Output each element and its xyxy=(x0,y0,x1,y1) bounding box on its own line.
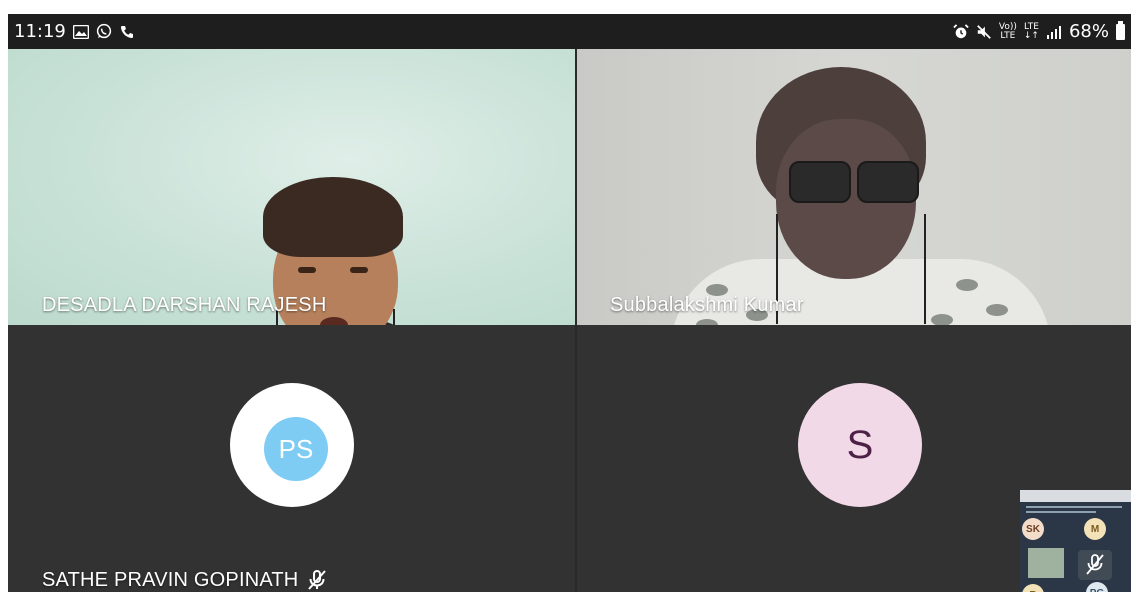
status-bar-left: 11:19 xyxy=(14,21,135,42)
avatar-initials: S xyxy=(798,383,922,507)
status-bar: 11:19 Vo)) LTE LTE ↓↑ 68% xyxy=(8,14,1131,49)
participant-tile-1[interactable]: DESADLA DARSHAN RAJESH xyxy=(8,49,576,325)
avatar-initials: PS xyxy=(264,417,328,481)
battery-icon xyxy=(1116,20,1125,40)
alarm-icon xyxy=(953,23,969,40)
signal-icon xyxy=(1046,24,1062,40)
participant-tile-2[interactable]: Subbalakshmi Kumar xyxy=(576,49,1131,325)
preview-divider xyxy=(1026,506,1122,508)
lte-icon: LTE ↓↑ xyxy=(1023,21,1039,41)
avatar: S xyxy=(798,383,922,507)
participant-name-label: SATHE PRAVIN GOPINATH xyxy=(42,569,299,591)
meeting-screen: 11:19 Vo)) LTE LTE ↓↑ 68% DESADLA DARSHA… xyxy=(8,14,1131,592)
preview-avatar: M xyxy=(1084,518,1106,540)
preview-video-thumbnail xyxy=(1028,548,1064,578)
preview-avatar: R xyxy=(1022,584,1044,592)
preview-divider xyxy=(1026,511,1096,513)
mic-off-icon xyxy=(305,568,329,592)
participant-name-label: Subbalakshmi Kumar xyxy=(610,294,804,316)
whatsapp-icon xyxy=(96,23,112,40)
preview-top-bar xyxy=(1020,490,1131,502)
phone-call-icon xyxy=(119,24,135,40)
battery-percent: 68% xyxy=(1068,21,1109,42)
preview-mute-overlay xyxy=(1078,550,1112,580)
mute-icon xyxy=(976,24,992,40)
avatar: PS xyxy=(230,383,354,507)
clock-time: 11:19 xyxy=(14,21,66,42)
preview-avatar: SK xyxy=(1022,518,1044,540)
participant-name-label: DESADLA DARSHAN RAJESH xyxy=(42,294,327,316)
gallery-icon xyxy=(72,24,89,40)
participant-tile-3[interactable]: PS SATHE PRAVIN GOPINATH xyxy=(8,325,576,592)
status-bar-right: Vo)) LTE LTE ↓↑ 68% xyxy=(953,20,1125,42)
volte-icon: Vo)) LTE xyxy=(998,21,1017,41)
tile-divider xyxy=(575,49,577,592)
self-view-preview[interactable]: SK M R PG xyxy=(1020,490,1131,592)
